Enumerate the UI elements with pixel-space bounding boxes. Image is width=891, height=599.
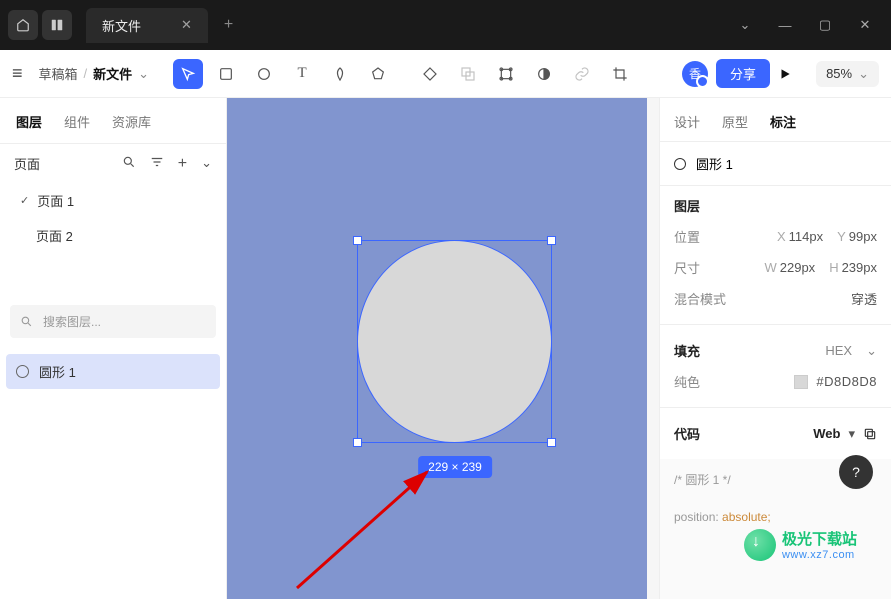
search-icon[interactable]: [122, 155, 136, 173]
diamond-tool[interactable]: [415, 59, 445, 89]
file-tab-label: 新文件: [102, 16, 141, 35]
link-tool[interactable]: [567, 59, 597, 89]
close-icon[interactable]: ✕: [181, 17, 192, 33]
check-icon: ✓: [20, 194, 29, 207]
menu-icon[interactable]: ≡: [12, 63, 23, 84]
blend-value[interactable]: 穿透: [851, 289, 877, 308]
resize-handle-br[interactable]: [547, 438, 556, 447]
object-name: 圆形 1: [696, 154, 733, 173]
zoom-value: 85%: [826, 66, 852, 81]
frame-tool[interactable]: [491, 59, 521, 89]
section-title: 填充: [674, 341, 700, 360]
rectangle-tool[interactable]: [211, 59, 241, 89]
fill-hex[interactable]: #D8D8D8: [816, 374, 877, 389]
minimize-icon[interactable]: —: [775, 18, 795, 33]
play-button[interactable]: [778, 67, 808, 81]
filter-icon[interactable]: [150, 155, 164, 173]
tab-assets[interactable]: 资源库: [112, 112, 151, 131]
tab-design[interactable]: 设计: [674, 112, 700, 131]
resize-handle-tl[interactable]: [353, 236, 362, 245]
chevron-down-icon[interactable]: ⌄: [138, 66, 149, 82]
text-tool[interactable]: T: [287, 59, 317, 89]
row-position: 位置 X114px Y99px: [674, 221, 877, 252]
copy-icon[interactable]: [863, 427, 877, 441]
circle-icon: [16, 365, 29, 378]
main-toolbar: ≡ 草稿箱 / 新文件 ⌄ T 香 分享 85% ⌄: [0, 50, 891, 98]
code-line: position: absolute;: [674, 506, 877, 528]
resize-handle-tr[interactable]: [547, 236, 556, 245]
row-blend: 混合模式 穿透: [674, 283, 877, 314]
tab-prototype[interactable]: 原型: [722, 112, 748, 131]
layer-item-label: 圆形 1: [39, 362, 76, 381]
page-item[interactable]: 页面 2: [0, 218, 226, 253]
circle-icon: [674, 158, 686, 170]
page-item-label: 页面 1: [37, 191, 74, 210]
move-tool[interactable]: [173, 59, 203, 89]
annotation-arrow: [287, 458, 447, 598]
left-panel-tabs: 图层 组件 资源库: [0, 98, 226, 143]
file-tab[interactable]: 新文件 ✕: [86, 8, 208, 43]
user-avatar[interactable]: 香: [682, 61, 708, 87]
code-platform[interactable]: Web: [813, 426, 840, 441]
pen-tool[interactable]: [325, 59, 355, 89]
maximize-icon[interactable]: ▢: [815, 17, 835, 33]
home-icon[interactable]: [8, 10, 38, 40]
section-fill: 填充 HEX ⌄ 纯色 #D8D8D8: [660, 324, 891, 407]
help-fab[interactable]: ?: [839, 455, 873, 489]
close-window-icon[interactable]: ✕: [855, 17, 875, 33]
right-panel: 设计 原型 标注 圆形 1 图层 位置 X114px Y99px 尺寸 W: [659, 98, 891, 599]
add-page-icon[interactable]: +: [178, 155, 187, 173]
main-row: 图层 组件 资源库 页面 + ⌄ ✓ 页面 1 页面 2 搜索图层...: [0, 98, 891, 599]
crop-tool[interactable]: [605, 59, 635, 89]
titlebar-left: 新文件 ✕ +: [8, 8, 233, 43]
chevron-down-icon[interactable]: ⌄: [866, 343, 877, 359]
chevron-down-icon[interactable]: ⌄: [735, 17, 755, 33]
polygon-tool[interactable]: [363, 59, 393, 89]
resize-handle-bl[interactable]: [353, 438, 362, 447]
tab-components[interactable]: 组件: [64, 112, 90, 131]
section-code-header: 代码 Web ▾: [660, 407, 891, 459]
section-layer: 图层 位置 X114px Y99px 尺寸 W229px H239px 混合模式…: [660, 185, 891, 324]
code-block[interactable]: ? /* 圆形 1 */ position: absolute;: [660, 459, 891, 599]
layer-item[interactable]: 圆形 1: [6, 354, 220, 389]
fill-mode-label[interactable]: HEX: [825, 343, 852, 358]
breadcrumb-root[interactable]: 草稿箱: [39, 64, 78, 83]
pages-header: 页面 + ⌄: [0, 144, 226, 183]
share-button[interactable]: 分享: [716, 59, 770, 88]
section-title: 代码: [674, 424, 700, 443]
zoom-dropdown[interactable]: 85% ⌄: [816, 61, 879, 87]
color-swatch[interactable]: [794, 375, 808, 389]
boolean-tool[interactable]: [453, 59, 483, 89]
object-header: 圆形 1: [660, 141, 891, 185]
section-title: 图层: [674, 196, 877, 221]
breadcrumb-file[interactable]: 新文件: [93, 64, 132, 83]
layer-search-input[interactable]: 搜索图层...: [10, 305, 216, 338]
breadcrumb: 草稿箱 / 新文件 ⌄: [39, 64, 150, 83]
page-item-label: 页面 2: [36, 226, 73, 245]
canvas[interactable]: 229 × 239: [227, 98, 659, 599]
ellipse-tool[interactable]: [249, 59, 279, 89]
page-item[interactable]: ✓ 页面 1: [0, 183, 226, 218]
tool-group-primary: T: [173, 59, 393, 89]
window-titlebar: 新文件 ✕ + ⌄ — ▢ ✕: [0, 0, 891, 50]
files-icon[interactable]: [42, 10, 72, 40]
titlebar-right: ⌄ — ▢ ✕: [735, 17, 883, 33]
chevron-down-icon: ⌄: [858, 66, 869, 82]
chevron-down-icon[interactable]: ⌄: [201, 155, 212, 173]
new-tab-button[interactable]: +: [224, 16, 233, 34]
chevron-down-icon[interactable]: ▾: [848, 426, 855, 442]
right-panel-tabs: 设计 原型 标注: [660, 98, 891, 141]
breadcrumb-sep: /: [84, 66, 88, 81]
tab-annotate[interactable]: 标注: [770, 112, 796, 131]
left-panel: 图层 组件 资源库 页面 + ⌄ ✓ 页面 1 页面 2 搜索图层...: [0, 98, 227, 599]
search-placeholder: 搜索图层...: [43, 313, 101, 330]
row-size: 尺寸 W229px H239px: [674, 252, 877, 283]
mask-tool[interactable]: [529, 59, 559, 89]
pages-label: 页面: [14, 154, 40, 173]
tool-group-secondary: [415, 59, 635, 89]
tab-layers[interactable]: 图层: [16, 112, 42, 131]
selection-box[interactable]: [357, 240, 552, 443]
fill-row: 纯色 #D8D8D8: [674, 366, 877, 397]
